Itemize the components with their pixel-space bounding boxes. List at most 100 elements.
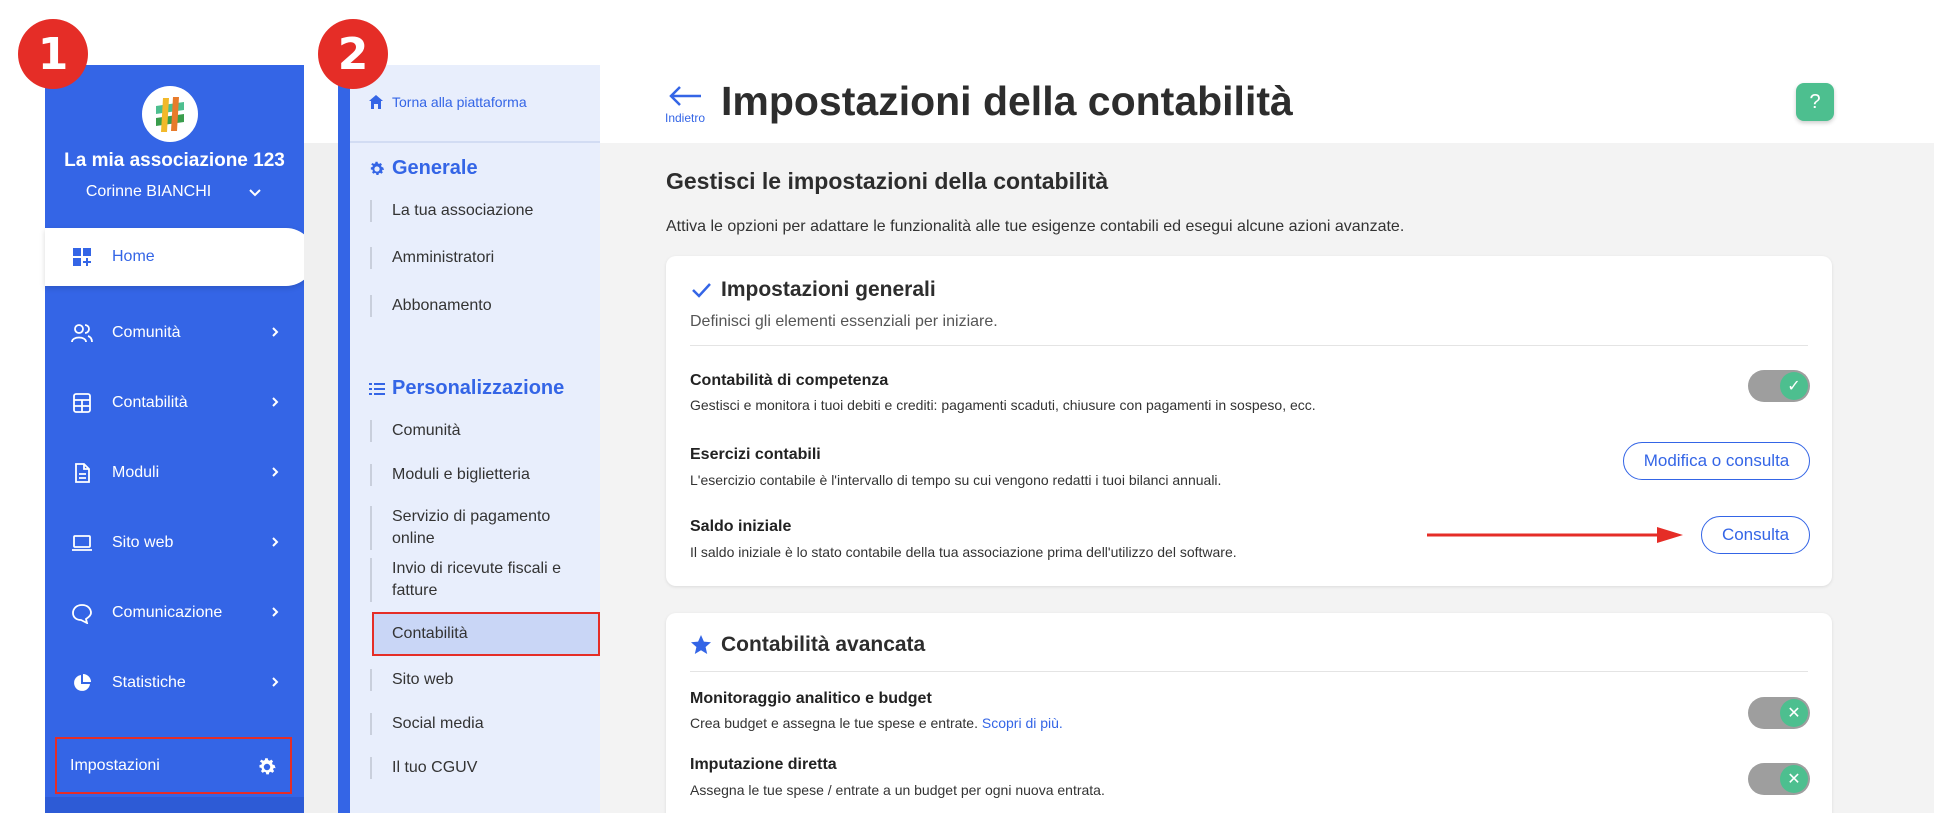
nav-label: Moduli [112,464,160,481]
hashtag-logo-icon [149,93,191,135]
nav-label: Comunicazione [112,604,223,621]
subnav-item-social-media[interactable]: Social media [370,713,590,735]
settings-button[interactable]: Impostazioni [55,737,292,794]
arrow-right-icon [1427,527,1683,543]
toggle-analytics-budget[interactable]: ✕ [1748,697,1810,729]
main-sidebar: La mia associazione 123 Corinne BIANCHI … [45,65,315,813]
gear-icon [259,758,276,775]
laptop-icon [71,532,93,554]
chevron-right-icon [272,677,279,687]
subnav-item-community[interactable]: Comunità [370,420,590,442]
step-badge-2: 2 [318,19,388,89]
subnav-item-online-payment[interactable]: Servizio di pagamento online [370,506,590,550]
toggle-accrual-accounting[interactable]: ✓ [1748,370,1810,402]
document-icon [71,462,93,484]
learn-more-link[interactable]: Scopri di più. [982,715,1063,731]
page-title: Impostazioni della contabilità [721,78,1293,124]
setting-title-fiscal-years: Esercizi contabili [690,446,821,463]
check-icon: ✓ [1780,372,1808,400]
setting-desc-direct-imputation: Assegna le tue spese / entrate a un budg… [690,782,1105,798]
divider [690,345,1808,346]
setting-desc-opening-balance: Il saldo iniziale è lo stato contabile d… [690,544,1237,560]
nav-item-contabilita[interactable]: Contabilità [45,368,304,438]
section-heading-label: Personalizzazione [392,377,565,399]
subnav-item-administrators[interactable]: Amministratori [370,247,590,269]
user-name: Corinne BIANCHI [85,183,212,200]
close-icon: ✕ [1780,765,1808,793]
page: 1 2 La mia associazione 123 Corinne BIAN… [0,0,1934,813]
setting-title-analytics: Monitoraggio analitico e budget [690,690,932,707]
arrow-left-icon [669,86,701,106]
calculator-icon [71,392,93,414]
back-button[interactable]: Indietro [663,84,707,125]
nav-label: Statistiche [112,674,186,691]
nav-label: Contabilità [112,394,188,411]
section-heading-label: Generale [392,157,478,179]
chat-icon [71,602,93,624]
chevron-right-icon [272,327,279,337]
association-logo[interactable] [142,86,198,142]
user-menu[interactable]: Corinne BIANCHI [45,183,304,201]
gear-icon [370,161,385,175]
subnav-item-website[interactable]: Sito web [370,669,590,691]
subnav-item-forms-ticketing[interactable]: Moduli e biglietteria [370,464,590,486]
back-to-platform-link[interactable]: Torna alla piattaforma [368,94,527,110]
section-heading-general: Generale [368,157,478,180]
star-icon [691,635,711,654]
setting-title-accrual: Contabilità di competenza [690,372,889,389]
section-heading-customization: Personalizzazione [368,377,564,400]
nav-item-home[interactable]: Home [45,228,315,286]
subnav-item-terms[interactable]: Il tuo CGUV [370,757,590,779]
subnav-item-subscription[interactable]: Abbonamento [370,295,590,317]
card-title-label: Impostazioni generali [721,278,936,301]
advanced-accounting-card: Contabilità avancata Monitoraggio analit… [666,613,1832,813]
home-icon [369,95,383,109]
chevron-right-icon [272,537,279,547]
checkmark-icon [692,283,711,298]
card-title: Contabilità avancata [690,633,925,657]
card-title: Impostazioni generali [690,278,936,302]
setting-desc-accrual: Gestisci e monitora i tuoi debiti e cred… [690,397,1316,413]
subnav-item-accounting[interactable]: Contabilità [372,612,600,656]
chevron-right-icon [272,397,279,407]
setting-desc-fiscal-years: L'esercizio contabile è l'intervallo di … [690,472,1222,488]
help-button[interactable]: ? [1796,83,1834,121]
nav-item-statistiche[interactable]: Statistiche [45,648,304,718]
settings-label: Impostazioni [70,756,160,774]
edit-or-view-button[interactable]: Modifica o consulta [1623,442,1810,480]
content-intro: Attiva le opzioni per adattare le funzio… [666,218,1405,235]
association-name: La mia associazione 123 [64,150,285,171]
back-to-platform-label: Torna alla piattaforma [392,94,527,110]
setting-title-direct-imputation: Imputazione diretta [690,756,837,773]
view-button[interactable]: Consulta [1701,516,1810,554]
subnav-item-receipts-invoices[interactable]: Invio di ricevute fiscali e fatture [370,558,590,602]
back-label: Indietro [664,111,706,125]
setting-desc-text: Crea budget e assegna le tue spese e ent… [690,715,978,731]
pie-chart-icon [71,672,93,694]
divider [350,141,600,143]
settings-sidebar: Torna alla piattaforma Generale La tua a… [338,65,600,813]
users-icon [71,322,93,344]
subnav-item-association[interactable]: La tua associazione [370,200,590,222]
step-badge-1: 1 [18,19,88,89]
chevron-right-icon [272,467,279,477]
list-icon [369,382,385,395]
content-heading: Gestisci le impostazioni della contabili… [666,168,1109,194]
dashboard-icon [71,246,93,268]
card-title-label: Contabilità avancata [721,633,926,656]
divider [690,671,1808,672]
nav-item-comunita[interactable]: Comunità [45,298,304,368]
nav-label: Home [112,248,155,265]
card-subtitle: Definisci gli elementi essenziali per in… [690,313,998,330]
nav-item-sito-web[interactable]: Sito web [45,508,304,578]
chevron-down-icon [249,189,261,197]
main-nav: Home Comunità Contabilità Moduli Sito we… [45,228,315,718]
sidebar-footer [45,797,304,813]
nav-item-comunicazione[interactable]: Comunicazione [45,578,304,648]
nav-item-moduli[interactable]: Moduli [45,438,304,508]
close-icon: ✕ [1780,699,1808,727]
toggle-direct-imputation[interactable]: ✕ [1748,763,1810,795]
setting-desc-analytics: Crea budget e assegna le tue spese e ent… [690,715,1063,731]
setting-title-opening-balance: Saldo iniziale [690,518,792,535]
nav-label: Comunità [112,324,181,341]
